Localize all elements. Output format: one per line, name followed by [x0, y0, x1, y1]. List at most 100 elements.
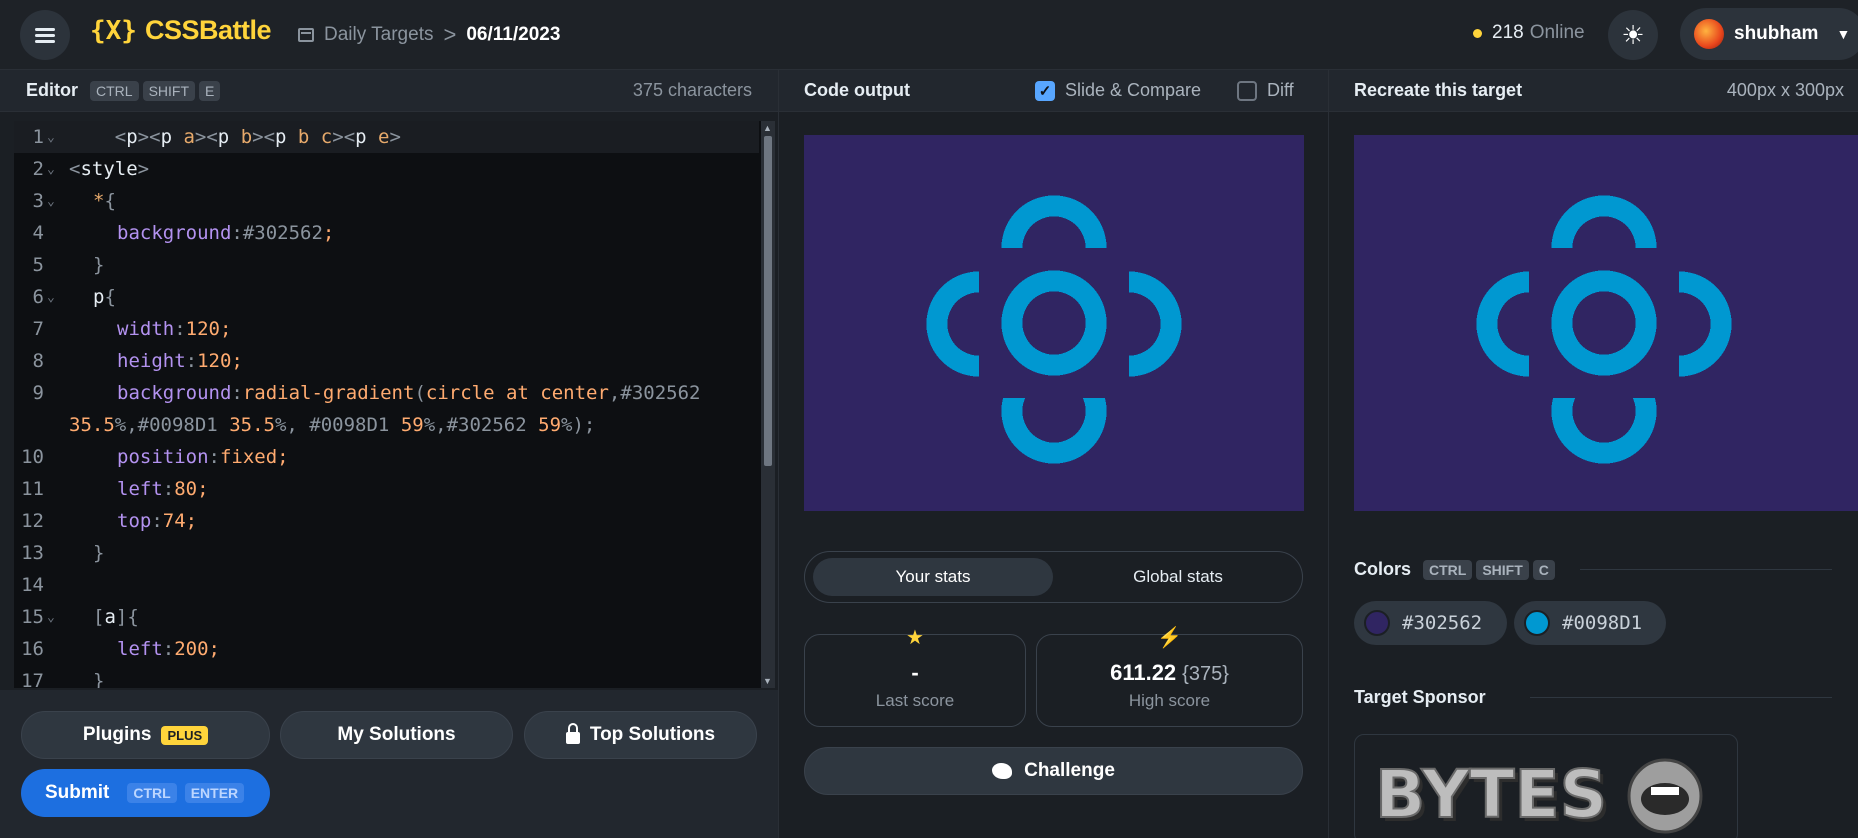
- plugins-button[interactable]: Plugins PLUS: [21, 711, 270, 759]
- color-dot: [1524, 610, 1550, 636]
- online-label: Online: [1529, 22, 1585, 43]
- target-preview[interactable]: [1354, 135, 1858, 511]
- line-number: 1: [32, 126, 44, 148]
- user-menu-button[interactable]: shubham ▼: [1680, 8, 1858, 60]
- avatar: [1694, 19, 1724, 49]
- diff-checkbox[interactable]: [1237, 80, 1257, 101]
- bytes-teeth: [1651, 787, 1679, 795]
- diff-option[interactable]: Diff: [1237, 80, 1294, 101]
- scroll-down-icon[interactable]: ▼: [763, 676, 772, 686]
- code-editor[interactable]: 1 ⌄ 2 ⌄ 3 ⌄ 4 5 6 ⌄ 7 8 9 10 11 12 13 14 15 ⌄…: [14, 121, 775, 688]
- line-number: 3: [32, 190, 44, 212]
- editor-scrollbar[interactable]: ▲ ▼: [761, 121, 775, 688]
- fold-icon[interactable]: ⌄: [47, 162, 55, 177]
- editor-header: Editor CTRL SHIFT E 375 characters: [0, 70, 778, 112]
- line-number: 7: [32, 318, 44, 340]
- calendar-icon: [298, 28, 314, 42]
- breadcrumb-daily-targets[interactable]: Daily Targets: [324, 24, 433, 46]
- target-dimensions: 400px x 300px: [1726, 80, 1844, 100]
- colors-heading: Colors CTRL SHIFT C: [1354, 559, 1555, 580]
- color-swatch[interactable]: #0098D1: [1514, 601, 1666, 645]
- line-number: 11: [21, 478, 44, 500]
- hamburger-menu-button[interactable]: [20, 10, 70, 60]
- last-score-label: Last score: [875, 691, 955, 710]
- line-number: 4: [32, 222, 44, 244]
- shortcut-key: SHIFT: [1476, 559, 1529, 580]
- slide-compare-checkbox[interactable]: ✓: [1035, 80, 1055, 101]
- my-solutions-button[interactable]: My Solutions: [280, 711, 513, 759]
- slide-compare-option[interactable]: ✓ Slide & Compare: [1035, 80, 1201, 101]
- plus-badge: PLUS: [161, 725, 209, 745]
- fold-icon[interactable]: ⌄: [47, 610, 55, 625]
- lightning-icon: ⚡: [1157, 627, 1182, 649]
- user-name: shubham: [1734, 23, 1819, 44]
- shortcut-key: CTRL: [90, 80, 139, 101]
- sponsor-heading: Target Sponsor: [1354, 687, 1486, 708]
- chevron-down-icon: ▼: [1836, 26, 1851, 42]
- output-header: Code output ✓ Slide & Compare Diff: [779, 70, 1328, 112]
- slide-compare-label: Slide & Compare: [1065, 80, 1202, 100]
- divider: [1580, 569, 1832, 570]
- high-score-value: 611.22 {375}: [1037, 660, 1302, 686]
- tab-your-stats[interactable]: Your stats: [813, 558, 1053, 596]
- scroll-up-icon[interactable]: ▲: [763, 123, 772, 133]
- line-number: 6: [32, 286, 44, 308]
- online-count: 218: [1492, 22, 1524, 43]
- shortcut-key: ENTER: [184, 783, 245, 803]
- submit-label: Submit: [45, 782, 110, 803]
- top-solutions-button[interactable]: Top Solutions: [524, 711, 757, 759]
- sponsor-title: Target Sponsor: [1354, 687, 1486, 707]
- bytes-logo: BYTES BYTES: [1375, 755, 1703, 837]
- top-solutions-label: Top Solutions: [589, 724, 716, 745]
- twitter-icon: [992, 763, 1013, 779]
- line-number: 17: [21, 670, 44, 688]
- color-swatch[interactable]: #302562: [1354, 601, 1507, 645]
- challenge-button[interactable]: Challenge: [804, 747, 1303, 795]
- center-ring-shape: [1541, 260, 1667, 386]
- diff-label: Diff: [1267, 80, 1294, 100]
- line-number: 2: [32, 158, 44, 180]
- character-count: 375 characters: [632, 80, 752, 100]
- logo[interactable]: {X} CSSBattle: [90, 15, 272, 46]
- shortcut-key: CTRL: [127, 783, 177, 803]
- fold-icon[interactable]: ⌄: [47, 194, 55, 209]
- last-score-value: -: [911, 660, 919, 685]
- online-indicator: 218 Online: [1473, 22, 1585, 44]
- menu-icon: [35, 28, 55, 43]
- line-number: 12: [21, 510, 44, 532]
- colors-title: Colors: [1354, 559, 1412, 579]
- sponsor-card[interactable]: BYTES BYTES: [1354, 734, 1738, 838]
- tab-global-stats[interactable]: Global stats: [1060, 558, 1296, 596]
- color-dot: [1364, 610, 1390, 636]
- fold-icon[interactable]: ⌄: [47, 290, 55, 305]
- line-number: 10: [21, 446, 44, 468]
- shortcut-key: C: [1532, 559, 1555, 580]
- online-dot-icon: [1473, 28, 1482, 38]
- line-number: 13: [21, 542, 44, 564]
- shortcut-key: E: [199, 80, 221, 101]
- output-title: Code output: [804, 80, 910, 100]
- submit-button[interactable]: Submit CTRL ENTER: [21, 769, 270, 817]
- color-hex: #302562: [1402, 612, 1483, 634]
- divider: [1328, 70, 1329, 838]
- fold-icon[interactable]: ⌄: [47, 130, 55, 145]
- divider: [778, 70, 779, 838]
- shortcut-key: CTRL: [1423, 559, 1473, 580]
- high-score-chars: {375}: [1182, 663, 1229, 685]
- high-score-label: High score: [1128, 691, 1211, 710]
- line-number: 8: [32, 350, 44, 372]
- my-solutions-label: My Solutions: [337, 724, 456, 745]
- chevron-right-icon: >: [443, 22, 457, 47]
- code-output-preview[interactable]: [804, 135, 1304, 511]
- logo-mark: {X}: [90, 15, 137, 46]
- theme-toggle-button[interactable]: ☀: [1608, 10, 1658, 60]
- divider: [1530, 697, 1832, 698]
- challenge-label: Challenge: [1024, 760, 1115, 781]
- logo-text: CSSBattle: [144, 15, 272, 45]
- scrollbar-thumb[interactable]: [764, 136, 772, 466]
- line-number: 5: [32, 254, 44, 276]
- line-number: 15: [21, 606, 44, 628]
- top-bar: {X} CSSBattle Daily Targets > 06/11/2023…: [0, 0, 1858, 70]
- high-score-number: 611.22: [1110, 660, 1177, 685]
- color-hex: #0098D1: [1562, 612, 1643, 634]
